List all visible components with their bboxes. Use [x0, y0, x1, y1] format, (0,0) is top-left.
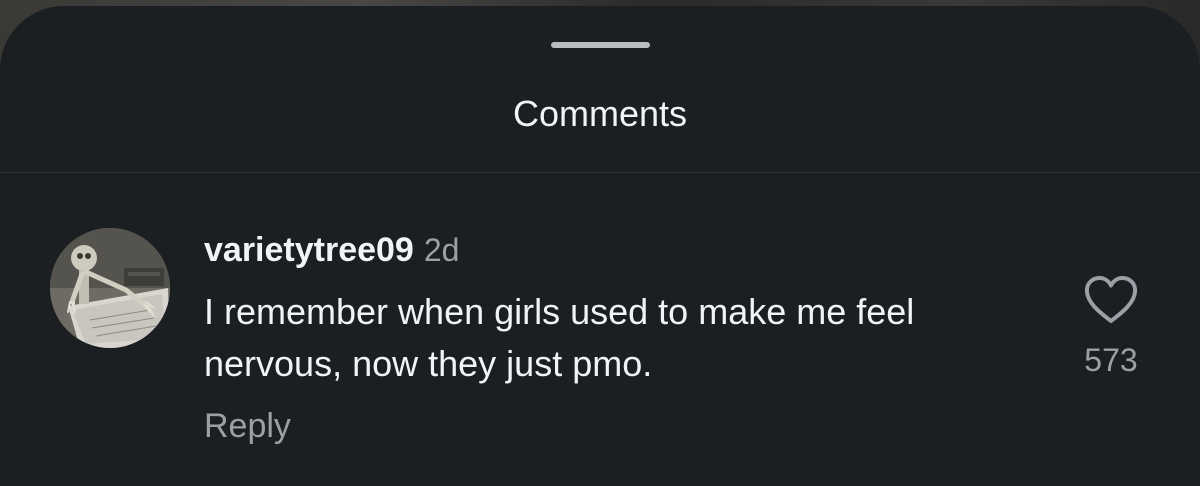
- header-divider: [0, 172, 1200, 173]
- sheet-title: Comments: [512, 93, 688, 134]
- user-avatar[interactable]: [50, 228, 170, 348]
- like-count: 573: [1084, 342, 1138, 378]
- username[interactable]: varietytree09: [204, 231, 414, 269]
- skeleton-avatar-icon: [50, 228, 170, 348]
- comment-text: I remember when girls used to make me fe…: [204, 291, 915, 384]
- heart-icon: [1084, 276, 1138, 323]
- comments-sheet: Comments varietytree09 2d I remember whe…: [0, 6, 1200, 486]
- timestamp: 2d: [423, 232, 460, 268]
- comment-header: varietytree09 2d: [204, 226, 459, 274]
- reply-button[interactable]: Reply: [204, 404, 291, 448]
- drag-handle[interactable]: [551, 42, 650, 48]
- like-button[interactable]: [1083, 274, 1139, 326]
